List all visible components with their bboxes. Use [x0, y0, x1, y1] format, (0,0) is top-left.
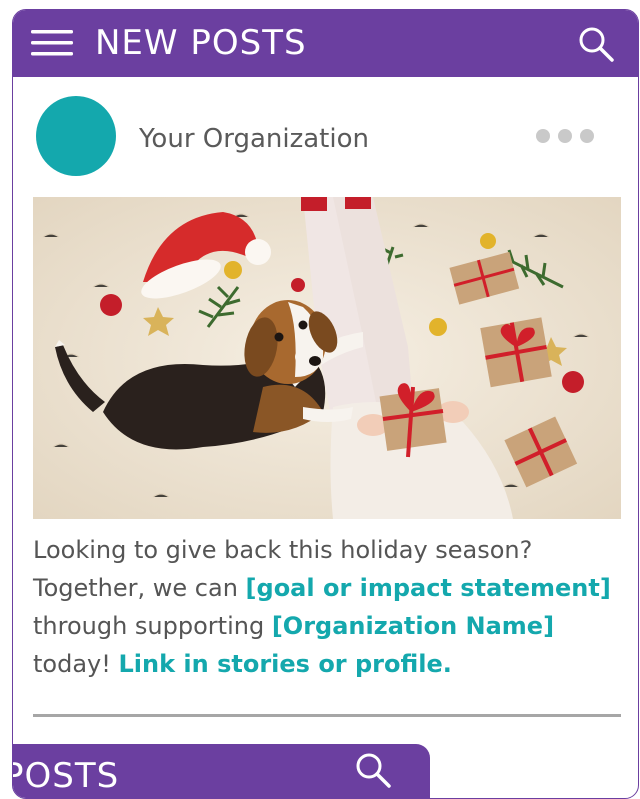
search-icon[interactable]	[353, 750, 393, 790]
post-image[interactable]	[33, 197, 621, 519]
post-caption: Looking to give back this holiday season…	[33, 531, 623, 683]
caption-text: through supporting	[33, 612, 272, 640]
phone-frame: NEW POSTS Your Organization Looking to g…	[12, 9, 639, 799]
caption-text: today!	[33, 650, 119, 678]
divider	[33, 714, 621, 717]
caption-placeholder-organization: [Organization Name]	[271, 612, 555, 640]
hamburger-menu-icon[interactable]	[31, 26, 73, 60]
caption-placeholder-goal: [goal or impact statement]	[245, 574, 611, 602]
caption-call-to-action: Link in stories or profile.	[118, 650, 452, 678]
next-app-bar-title: POSTS	[12, 756, 120, 796]
post-author-name[interactable]: Your Organization	[139, 123, 369, 155]
avatar[interactable]	[36, 96, 116, 176]
page-title: NEW POSTS	[95, 23, 307, 63]
search-icon[interactable]	[576, 24, 616, 64]
next-app-bar: POSTS	[12, 744, 430, 798]
app-bar: NEW POSTS	[13, 10, 638, 77]
holiday-dog-photo-illustration	[33, 197, 621, 519]
more-options-icon[interactable]	[533, 126, 597, 146]
